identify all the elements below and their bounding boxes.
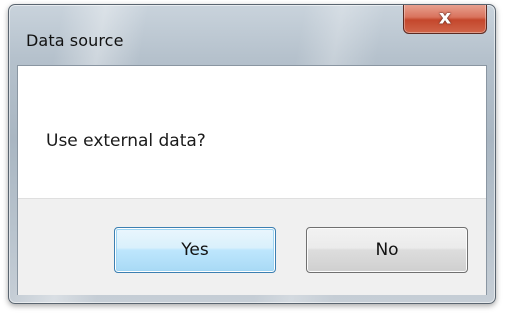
no-button[interactable]: No bbox=[306, 227, 468, 273]
dialog-window: Data source x Use external data? Yes No bbox=[8, 4, 496, 304]
close-button[interactable]: x bbox=[403, 5, 487, 34]
message-text: Use external data? bbox=[46, 131, 206, 151]
dialog-content: Use external data? Yes No bbox=[17, 65, 487, 295]
window-title: Data source bbox=[26, 31, 124, 50]
title-bar[interactable]: Data source x bbox=[9, 5, 495, 50]
yes-button-label: Yes bbox=[181, 240, 209, 260]
yes-button[interactable]: Yes bbox=[114, 227, 276, 273]
close-icon: x bbox=[438, 6, 452, 29]
button-bar: Yes No bbox=[18, 198, 486, 295]
message-area: Use external data? bbox=[18, 66, 486, 198]
no-button-label: No bbox=[375, 240, 399, 260]
